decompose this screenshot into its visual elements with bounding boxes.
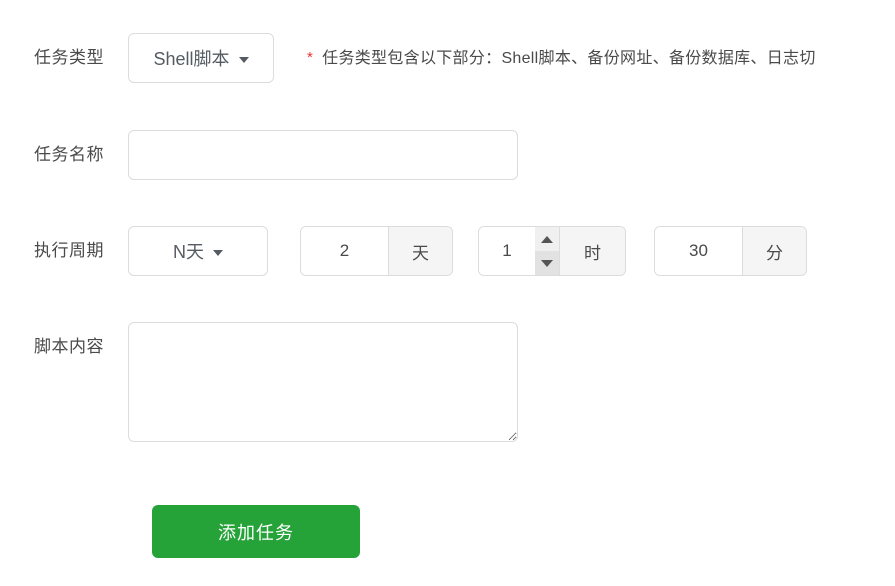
- cycle-minute-unit: 分: [742, 227, 806, 275]
- cron-task-form: 任务类型 Shell脚本 * 任务类型包含以下部分：Shell脚本、备份网址、备份…: [0, 0, 895, 586]
- form-row-task-type: 任务类型 Shell脚本 * 任务类型包含以下部分：Shell脚本、备份网址、备份…: [0, 33, 895, 84]
- cycle-minute-input[interactable]: [655, 227, 742, 275]
- task-name-input[interactable]: [128, 130, 518, 180]
- cycle-minute-group: 分: [654, 226, 807, 276]
- form-row-submit: 添加任务: [0, 505, 895, 558]
- cycle-hour-input[interactable]: [479, 227, 535, 275]
- cycle-day-input[interactable]: [301, 227, 388, 275]
- task-type-dropdown[interactable]: Shell脚本: [128, 33, 274, 83]
- cycle-hour-group: 时: [478, 226, 626, 276]
- required-asterisk-icon: *: [307, 49, 314, 66]
- caret-down-icon: [213, 249, 223, 256]
- add-task-button[interactable]: 添加任务: [152, 505, 360, 558]
- form-row-script: 脚本内容: [0, 322, 895, 442]
- spinner-down-icon[interactable]: [535, 251, 559, 275]
- cycle-hour-spinner[interactable]: [535, 227, 559, 275]
- label-task-name: 任务名称: [34, 145, 104, 164]
- cycle-hour-unit: 时: [559, 227, 625, 275]
- spinner-up-icon[interactable]: [535, 227, 559, 251]
- task-type-hint: * 任务类型包含以下部分：Shell脚本、备份网址、备份数据库、日志切: [307, 33, 816, 84]
- form-row-cycle: 执行周期 N天 天 时 分: [0, 226, 895, 276]
- cycle-type-dropdown[interactable]: N天: [128, 226, 268, 276]
- task-type-hint-text: 任务类型包含以下部分：Shell脚本、备份网址、备份数据库、日志切: [322, 50, 816, 67]
- form-row-task-name: 任务名称: [0, 130, 895, 180]
- cycle-day-group: 天: [300, 226, 453, 276]
- label-script: 脚本内容: [34, 337, 104, 356]
- label-task-type: 任务类型: [34, 48, 104, 67]
- task-type-dropdown-value: Shell脚本: [153, 49, 230, 69]
- cycle-day-unit: 天: [388, 227, 452, 275]
- cycle-type-dropdown-value: N天: [173, 242, 204, 262]
- caret-down-icon: [238, 56, 249, 63]
- label-cycle: 执行周期: [34, 241, 104, 260]
- script-content-textarea[interactable]: [128, 322, 518, 442]
